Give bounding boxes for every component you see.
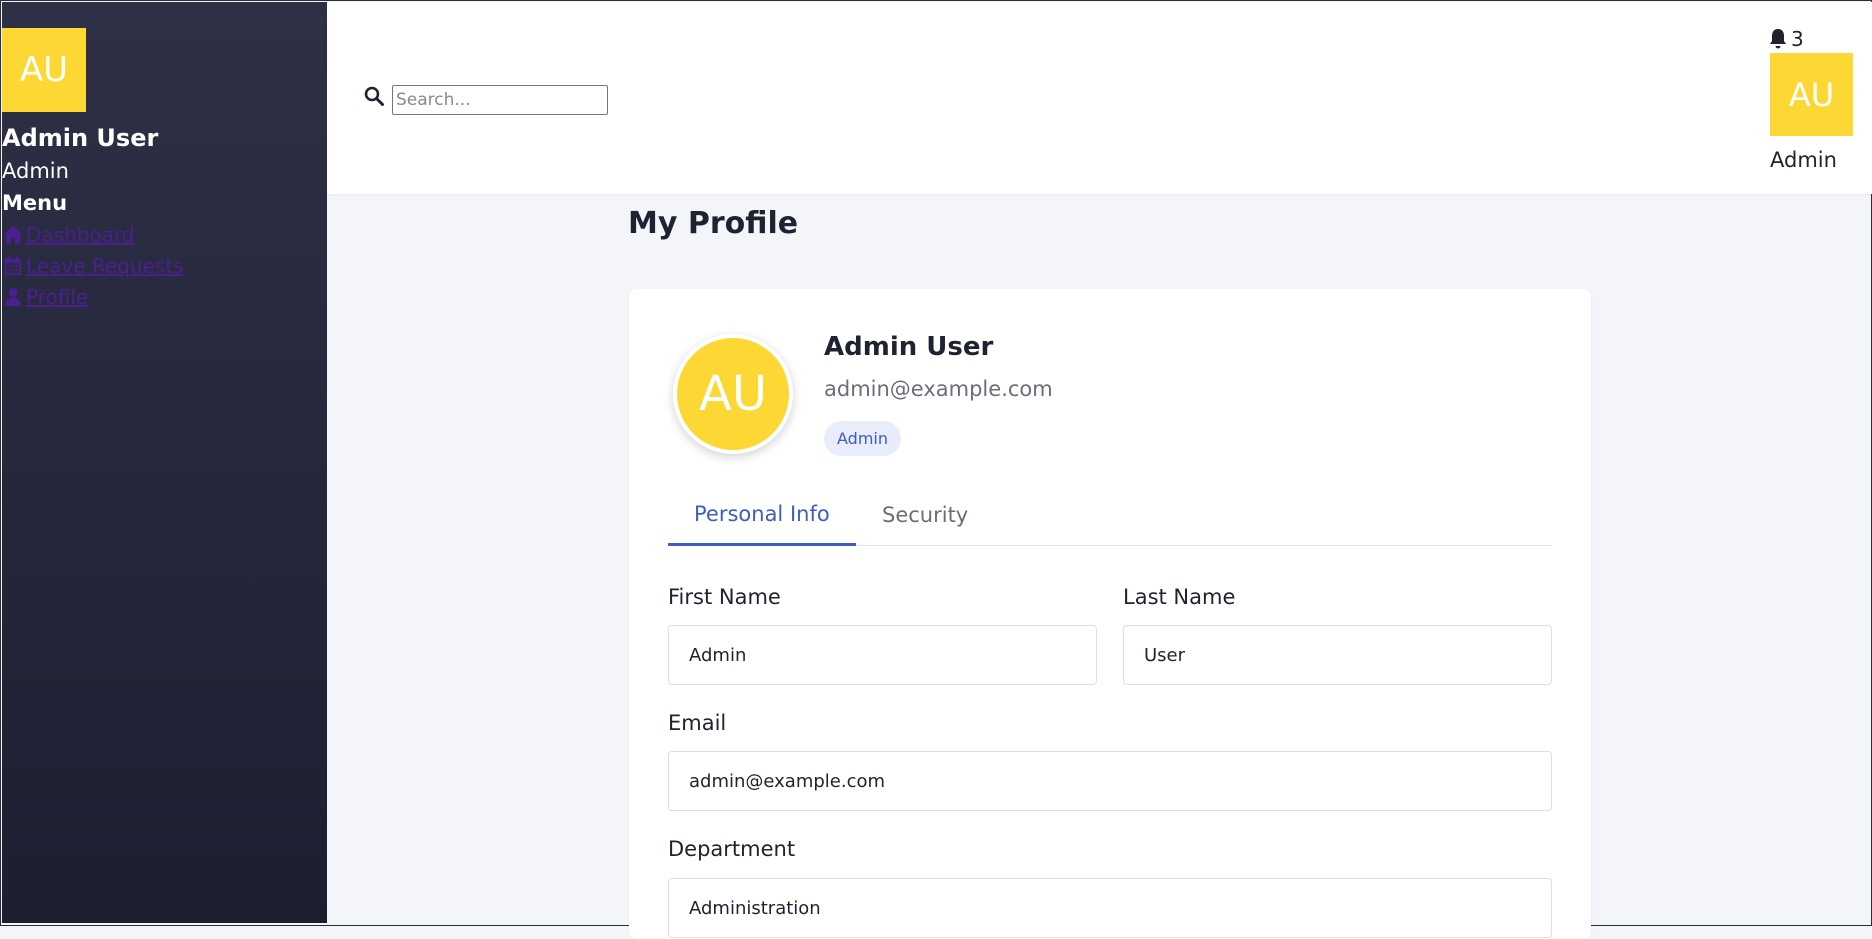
header-avatar[interactable]: AU <box>1770 53 1853 136</box>
sidebar-item-dashboard[interactable]: Dashboard <box>2 221 135 249</box>
bell-icon <box>1770 29 1786 49</box>
calendar-icon <box>4 256 22 276</box>
sidebar-item-profile[interactable]: Profile <box>2 283 88 311</box>
sidebar-item-label: Dashboard <box>26 223 135 247</box>
search-icon <box>364 86 384 106</box>
email-label: Email <box>668 711 727 735</box>
sidebar-avatar-initials: AU <box>19 50 69 90</box>
tab-personal-info[interactable]: Personal Info <box>668 484 856 546</box>
sidebar: AU Admin User Admin Menu Dashboard Leave… <box>2 2 327 923</box>
app-window: AU Admin User Admin Menu Dashboard Leave… <box>0 0 1872 939</box>
last-name-field[interactable] <box>1123 625 1552 685</box>
tab-security[interactable]: Security <box>856 484 994 546</box>
profile-avatar-initials: AU <box>699 366 767 422</box>
header-user-role: Admin <box>1770 148 1837 172</box>
profile-email: admin@example.com <box>824 377 1053 401</box>
department-field[interactable] <box>668 878 1552 938</box>
profile-card: AU Admin User admin@example.com Admin Pe… <box>629 289 1591 939</box>
email-field[interactable] <box>668 751 1552 811</box>
sidebar-user-role: Admin <box>2 159 69 183</box>
sidebar-item-label: Leave Requests <box>26 254 184 278</box>
last-name-label: Last Name <box>1123 585 1236 609</box>
role-badge: Admin <box>824 421 901 456</box>
home-icon <box>3 225 23 245</box>
top-header: 3 AU Admin <box>327 2 1872 194</box>
sidebar-item-leave-requests[interactable]: Leave Requests <box>2 252 184 280</box>
profile-name: Admin User <box>824 332 994 362</box>
notification-count: 3 <box>1791 27 1804 51</box>
notifications-button[interactable]: 3 <box>1768 27 1804 51</box>
sidebar-avatar: AU <box>2 28 86 112</box>
sidebar-menu-title: Menu <box>2 191 68 215</box>
department-label: Department <box>668 837 796 861</box>
profile-avatar: AU <box>673 334 793 454</box>
profile-tabs: Personal Info Security <box>668 484 1552 546</box>
page-title: My Profile <box>628 206 799 241</box>
first-name-field[interactable] <box>668 625 1097 685</box>
first-name-label: First Name <box>668 585 781 609</box>
search-input[interactable] <box>392 85 608 115</box>
sidebar-user-name: Admin User <box>2 124 159 152</box>
sidebar-item-label: Profile <box>26 285 89 309</box>
user-icon <box>4 287 22 307</box>
header-avatar-initials: AU <box>1788 75 1835 114</box>
